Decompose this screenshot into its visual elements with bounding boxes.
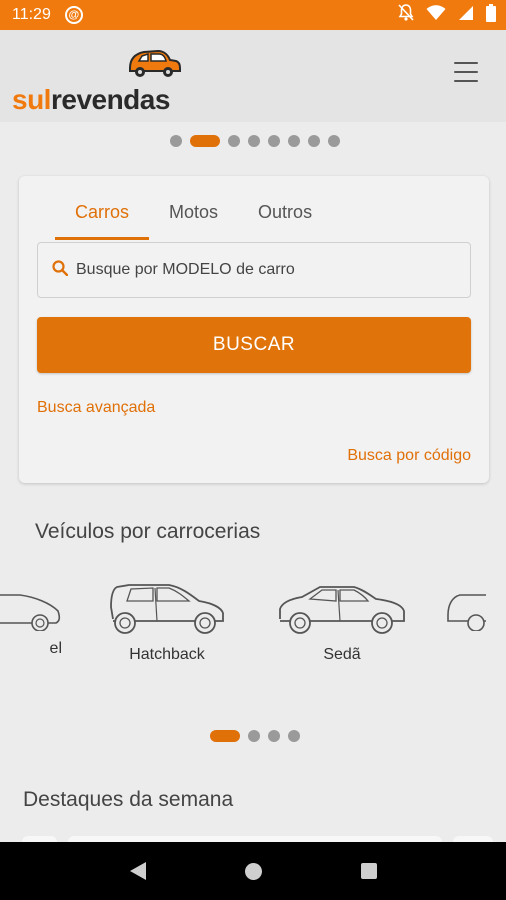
search-icon: [52, 259, 69, 281]
search-button[interactable]: BUSCAR: [37, 317, 471, 373]
carousel-dot[interactable]: [288, 135, 300, 147]
status-time: 11:29: [12, 6, 51, 23]
carousel-dot[interactable]: [268, 730, 280, 742]
brand-logo[interactable]: sulrevendas: [12, 48, 182, 114]
carousel-dot[interactable]: [170, 135, 182, 147]
body-type-item[interactable]: el: [0, 575, 62, 658]
notifications-off-icon: [398, 3, 414, 27]
sync-icon: @: [64, 6, 83, 24]
body-type-item[interactable]: Sedã: [276, 575, 408, 664]
recent-apps-icon[interactable]: [360, 863, 377, 879]
carousel-dot-active[interactable]: [190, 135, 220, 147]
carousel-dot[interactable]: [268, 135, 280, 147]
system-nav-bar: [0, 842, 506, 900]
hamburger-menu-icon[interactable]: [449, 58, 483, 86]
tab-carros[interactable]: Carros: [55, 196, 150, 240]
carousel-dot[interactable]: [248, 730, 260, 742]
home-icon[interactable]: [244, 862, 262, 880]
body-types-carousel-indicator[interactable]: [210, 730, 300, 742]
banner-carousel-indicator[interactable]: [170, 135, 340, 147]
tab-motos[interactable]: Motos: [149, 196, 238, 240]
search-input[interactable]: [76, 261, 456, 279]
carousel-dot[interactable]: [228, 135, 240, 147]
status-bar: 11:29 @: [0, 0, 506, 30]
tab-outros[interactable]: Outros: [238, 196, 332, 240]
body-type-label: el: [49, 640, 62, 657]
advanced-search-link[interactable]: Busca avançada: [37, 399, 155, 417]
car-partial-icon: [447, 594, 486, 632]
back-icon[interactable]: [129, 862, 146, 880]
body-type-item[interactable]: [446, 575, 486, 640]
logo-car-icon: [129, 49, 181, 77]
carousel-dot[interactable]: [328, 135, 340, 147]
app-header: sulrevendas: [0, 30, 506, 122]
signal-icon: [458, 5, 474, 26]
body-type-label: Hatchback: [129, 646, 205, 663]
sedan-car-icon: [279, 586, 405, 634]
status-icons: [398, 3, 496, 27]
battery-icon: [486, 3, 496, 27]
body-types-title: Veículos por carrocerias: [35, 520, 261, 543]
search-card: Carros Motos Outros BUSCAR Busca avançad…: [19, 176, 489, 483]
car-partial-icon: [0, 594, 61, 632]
hatchback-car-icon: [110, 584, 224, 634]
carousel-dot[interactable]: [288, 730, 300, 742]
body-type-item[interactable]: Hatchback: [107, 575, 227, 664]
vehicle-type-tabs: Carros Motos Outros: [55, 196, 332, 240]
wifi-icon: [426, 4, 446, 26]
search-by-code-link[interactable]: Busca por código: [347, 447, 471, 465]
body-type-label: Sedã: [323, 646, 361, 663]
carousel-dot[interactable]: [248, 135, 260, 147]
search-field[interactable]: [37, 242, 471, 298]
carousel-dot-active[interactable]: [210, 730, 240, 742]
brand-wordmark: sulrevendas: [12, 84, 170, 115]
body-types-carousel[interactable]: el Hatchback Sedã: [0, 575, 506, 685]
carousel-dot[interactable]: [308, 135, 320, 147]
highlights-title: Destaques da semana: [23, 788, 234, 811]
